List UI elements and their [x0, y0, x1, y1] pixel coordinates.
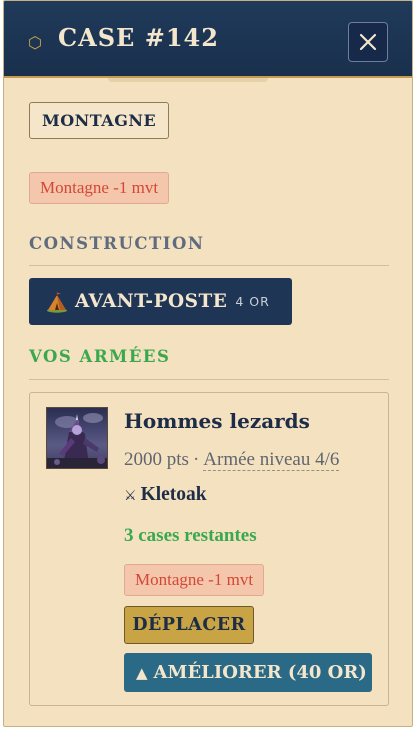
header-tab-edge [108, 78, 268, 82]
meta-separator: · [192, 449, 200, 470]
armies-section-title: VOS ARMÉES [29, 347, 171, 366]
close-button[interactable] [348, 22, 388, 62]
construction-section-title: CONSTRUCTION [29, 234, 205, 253]
crossed-swords-icon: ⚔ [124, 488, 137, 504]
army-moves-remaining: 3 cases restantes [124, 525, 257, 546]
tile-panel: ⬡ CASE #142 MONTAGNE Montagne -1 mvt CON… [3, 0, 413, 727]
panel-title: CASE #142 [58, 23, 219, 52]
panel-header: ⬡ CASE #142 [4, 1, 412, 78]
build-outpost-label: AVANT-POSTE [75, 291, 228, 312]
build-outpost-cost: 4 OR [235, 294, 270, 309]
army-level[interactable]: Armée niveau 4/6 [203, 449, 340, 471]
army-malus-badge: Montagne -1 mvt [124, 564, 265, 596]
armies-divider [29, 379, 389, 380]
move-army-button[interactable]: DÉPLACER [124, 606, 254, 644]
hexagon-icon: ⬡ [28, 33, 42, 52]
triangle-up-icon: ▲ [136, 663, 148, 682]
terrain-malus-badge: Montagne -1 mvt [29, 172, 170, 204]
army-name: Hommes lezards [124, 409, 310, 433]
terrain-tag: MONTAGNE [29, 102, 170, 139]
upgrade-army-label: AMÉLIORER (40 OR) [153, 662, 367, 683]
tent-icon [47, 292, 67, 313]
construction-divider [29, 265, 389, 266]
army-card: Hommes lezards 2000 pts · Armée niveau 4/6… [29, 392, 389, 706]
close-icon [359, 33, 377, 51]
build-outpost-button[interactable]: AVANT-POSTE 4 OR [29, 278, 292, 325]
upgrade-army-button[interactable]: ▲ AMÉLIORER (40 OR) [124, 653, 372, 692]
army-leader: ⚔ Kletoak [124, 484, 207, 506]
army-meta: 2000 pts · Armée niveau 4/6 [124, 449, 340, 471]
army-portrait [46, 407, 108, 469]
army-points: 2000 pts [124, 449, 189, 470]
army-leader-name: Kletoak [140, 484, 207, 505]
